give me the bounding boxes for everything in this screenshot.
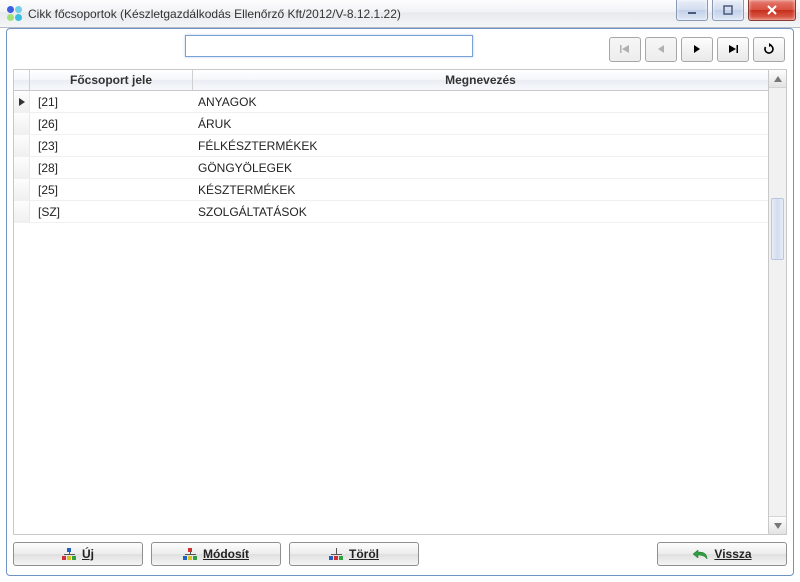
close-button[interactable] bbox=[748, 0, 796, 21]
back-icon bbox=[692, 548, 708, 560]
minimize-button[interactable] bbox=[676, 0, 708, 21]
column-header-code[interactable]: Főcsoport jele bbox=[30, 70, 193, 90]
new-button-label: Új bbox=[82, 547, 94, 561]
row-indicator bbox=[14, 91, 30, 112]
close-icon bbox=[765, 5, 779, 15]
table-row[interactable]: [21]ANYAGOK bbox=[14, 91, 768, 113]
modify-icon bbox=[183, 548, 197, 560]
delete-button[interactable]: Töröl bbox=[289, 542, 419, 566]
delete-icon bbox=[329, 548, 343, 560]
row-indicator bbox=[14, 201, 30, 222]
maximize-button[interactable] bbox=[712, 0, 744, 21]
row-indicator bbox=[14, 179, 30, 200]
cell-code: [25] bbox=[30, 183, 192, 197]
maximize-icon bbox=[722, 5, 734, 15]
titlebar: Cikk főcsoportok (Készletgazdálkodás Ell… bbox=[0, 0, 800, 28]
back-button-label: Vissza bbox=[714, 547, 751, 561]
cell-name: ANYAGOK bbox=[192, 95, 768, 109]
minimize-icon bbox=[686, 5, 698, 15]
modify-button-label: Módosít bbox=[203, 547, 249, 561]
grid-header: Főcsoport jele Megnevezés bbox=[14, 70, 768, 91]
toolbar bbox=[7, 29, 793, 63]
cell-name: SZOLGÁLTATÁSOK bbox=[192, 205, 768, 219]
scroll-thumb[interactable] bbox=[771, 198, 784, 260]
skip-first-icon bbox=[619, 44, 631, 54]
new-icon bbox=[62, 548, 76, 560]
next-icon bbox=[692, 44, 702, 54]
cell-code: [26] bbox=[30, 117, 192, 131]
table-row[interactable]: [25]KÉSZTERMÉKEK bbox=[14, 179, 768, 201]
record-nav bbox=[609, 37, 785, 62]
client-area: Főcsoport jele Megnevezés [21]ANYAGOK[26… bbox=[6, 28, 794, 576]
current-row-pointer-icon bbox=[18, 97, 26, 107]
cell-code: [23] bbox=[30, 139, 192, 153]
table-area: Főcsoport jele Megnevezés [21]ANYAGOK[26… bbox=[13, 69, 787, 535]
column-header-name[interactable]: Megnevezés bbox=[193, 70, 768, 90]
nav-prev-button[interactable] bbox=[645, 37, 677, 62]
cell-name: FÉLKÉSZTERMÉKEK bbox=[192, 139, 768, 153]
scroll-down-arrow[interactable] bbox=[769, 516, 786, 534]
search-input[interactable] bbox=[185, 35, 473, 57]
scroll-up-arrow[interactable] bbox=[769, 70, 786, 88]
cell-name: KÉSZTERMÉKEK bbox=[192, 183, 768, 197]
refresh-icon bbox=[763, 43, 775, 55]
table-row[interactable]: [SZ]SZOLGÁLTATÁSOK bbox=[14, 201, 768, 223]
skip-last-icon bbox=[727, 44, 739, 54]
row-indicator bbox=[14, 135, 30, 156]
table-row[interactable]: [23]FÉLKÉSZTERMÉKEK bbox=[14, 135, 768, 157]
cell-name: GÖNGYÖLEGEK bbox=[192, 161, 768, 175]
window-controls bbox=[676, 0, 796, 21]
cell-code: [28] bbox=[30, 161, 192, 175]
row-indicator bbox=[14, 113, 30, 134]
cell-code: [21] bbox=[30, 95, 192, 109]
nav-refresh-button[interactable] bbox=[753, 37, 785, 62]
chevron-up-icon bbox=[774, 76, 782, 82]
back-button[interactable]: Vissza bbox=[657, 542, 787, 566]
nav-last-button[interactable] bbox=[717, 37, 749, 62]
row-indicator bbox=[14, 157, 30, 178]
nav-next-button[interactable] bbox=[681, 37, 713, 62]
table-row[interactable]: [26]ÁRUK bbox=[14, 113, 768, 135]
delete-button-label: Töröl bbox=[349, 547, 379, 561]
cell-name: ÁRUK bbox=[192, 117, 768, 131]
cell-code: [SZ] bbox=[30, 205, 192, 219]
scroll-track[interactable] bbox=[769, 88, 786, 516]
data-grid[interactable]: Főcsoport jele Megnevezés [21]ANYAGOK[26… bbox=[13, 69, 769, 535]
app-icon bbox=[6, 6, 22, 22]
window-title: Cikk főcsoportok (Készletgazdálkodás Ell… bbox=[28, 7, 401, 21]
nav-first-button[interactable] bbox=[609, 37, 641, 62]
vertical-scrollbar[interactable] bbox=[769, 69, 787, 535]
table-row[interactable]: [28]GÖNGYÖLEGEK bbox=[14, 157, 768, 179]
modify-button[interactable]: Módosít bbox=[151, 542, 281, 566]
prev-icon bbox=[656, 44, 666, 54]
new-button[interactable]: Új bbox=[13, 542, 143, 566]
bottom-toolbar: Új Módosít bbox=[13, 539, 787, 569]
chevron-down-icon bbox=[774, 523, 782, 529]
